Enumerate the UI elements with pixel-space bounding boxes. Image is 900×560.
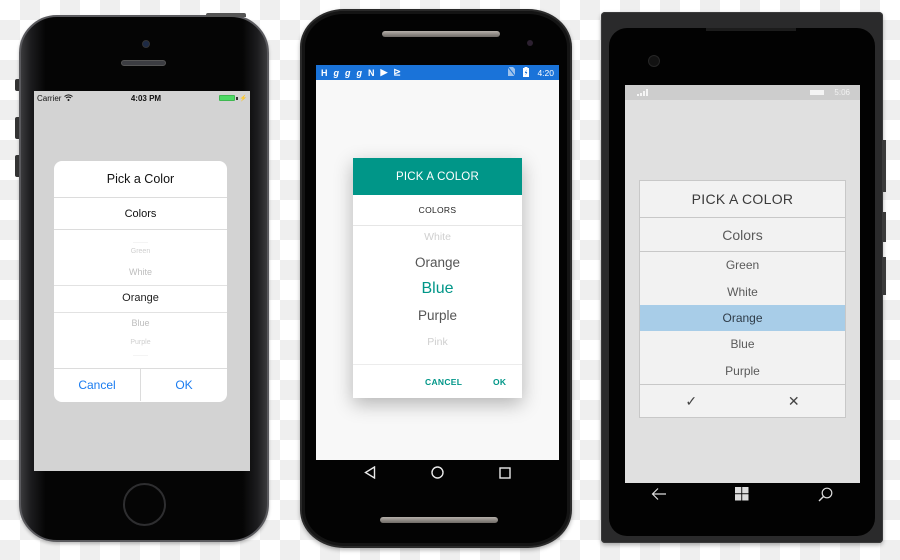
alert-subtitle: Colors (54, 198, 227, 230)
notification-icon: ⊵ (393, 67, 401, 77)
notification-icon: g (345, 67, 351, 78)
list-item[interactable]: White (640, 278, 845, 304)
android-nav-bar (316, 460, 559, 490)
picker-item[interactable]: Pink (353, 336, 522, 348)
picker-item[interactable]: Purple (353, 308, 522, 323)
status-time: 5:06 (834, 88, 850, 97)
mute-switch (15, 79, 19, 91)
close-icon: ✕ (787, 392, 800, 409)
front-camera (648, 55, 660, 67)
notification-icon: N (368, 67, 375, 78)
home-icon[interactable] (431, 466, 444, 484)
android-device: H g g g N ▶ ⊵ 4:20 PICK A COLOR COLORS W… (300, 9, 572, 548)
list-item-selected[interactable]: Orange (640, 304, 845, 332)
picker-item[interactable]: Purple (54, 339, 227, 346)
volume-button (883, 140, 886, 192)
ios-status-bar: Carrier 4:03 PM ⚡ (34, 91, 250, 105)
notification-icon: g (356, 67, 363, 78)
list-item[interactable]: Purple (640, 358, 845, 384)
power-button (883, 212, 886, 242)
list-item[interactable]: Blue (640, 331, 845, 357)
ok-button[interactable]: OK (140, 369, 227, 401)
dismiss-button[interactable]: ✕ (743, 385, 846, 418)
earpiece (706, 28, 796, 31)
checkmark-icon: ✓ (685, 392, 698, 409)
list-item[interactable]: Green (640, 252, 845, 278)
youtube-icon: ▶ (380, 67, 388, 77)
recents-icon[interactable] (499, 466, 511, 484)
picker-item-hidden: ——— (133, 240, 148, 246)
ios-color-picker-alert: Pick a Color Colors ——— Green White Oran… (54, 161, 227, 402)
camera-button (883, 257, 886, 295)
ios-screen: Carrier 4:03 PM ⚡ Pick a Color Colors ——… (34, 91, 250, 471)
picker-item[interactable]: Orange (353, 255, 522, 270)
volume-down-button (15, 155, 19, 177)
notification-icon: H (321, 67, 328, 78)
status-time: 4:03 PM (130, 93, 162, 103)
alert-buttons: Cancel OK (54, 368, 227, 401)
alert-title: Pick a Color (54, 161, 227, 198)
windows-phone-device: 5:06 PICK A COLOR Colors Green White Ora… (601, 12, 886, 543)
windows-status-bar: 5:06 (625, 85, 860, 100)
bottom-speaker (380, 517, 498, 523)
picker-item[interactable]: White (353, 231, 522, 243)
ok-button[interactable]: OK (493, 365, 506, 398)
volume-up-button (15, 117, 19, 139)
android-screen: H g g g N ▶ ⊵ 4:20 PICK A COLOR COLORS W… (316, 65, 559, 460)
picker-item-selected[interactable]: Orange (54, 292, 227, 304)
signal-icon (637, 89, 648, 96)
windows-color-picker-dialog: PICK A COLOR Colors Green White Orange B… (639, 180, 846, 418)
color-list: Green White Orange Blue Purple (640, 252, 845, 384)
cancel-button[interactable]: Cancel (54, 369, 140, 401)
front-camera (142, 40, 150, 48)
color-picker-wheel[interactable]: ——— Green White Orange Blue Purple ——— (54, 230, 227, 368)
back-arrow-icon[interactable] (651, 487, 667, 506)
dialog-actions: ✓ ✕ (640, 383, 846, 418)
battery-icon (810, 90, 825, 95)
search-icon[interactable] (818, 487, 833, 507)
picker-item[interactable]: Green (54, 248, 227, 255)
dialog-subtitle: COLORS (353, 195, 522, 226)
windows-start-icon[interactable] (735, 487, 749, 506)
picker-item-hidden: ——— (133, 353, 148, 359)
earpiece-speaker (121, 60, 166, 66)
windows-screen: 5:06 PICK A COLOR Colors Green White Ora… (625, 85, 860, 483)
front-sensor (527, 40, 533, 46)
back-icon[interactable] (364, 465, 376, 484)
windows-nav-bar (625, 483, 860, 508)
picker-item[interactable]: White (54, 267, 227, 277)
no-sim-icon (508, 66, 516, 78)
color-number-picker[interactable]: White Orange Blue Purple Pink (353, 226, 522, 365)
accept-button[interactable]: ✓ (640, 385, 743, 418)
picker-item-selected[interactable]: Blue (353, 280, 522, 298)
android-color-picker-dialog: PICK A COLOR COLORS White Orange Blue Pu… (353, 158, 522, 398)
dialog-actions: CANCEL OK (353, 365, 522, 398)
cancel-button[interactable]: CANCEL (425, 365, 462, 398)
carrier-label: Carrier (37, 93, 62, 103)
dialog-title: PICK A COLOR (640, 181, 845, 218)
android-status-bar: H g g g N ▶ ⊵ 4:20 (316, 65, 559, 80)
wifi-icon (64, 93, 74, 103)
battery-icon (523, 66, 530, 79)
home-button[interactable] (123, 483, 166, 526)
notification-icon: g (333, 67, 340, 78)
dialog-title: PICK A COLOR (353, 158, 522, 195)
power-button (206, 13, 246, 17)
status-time: 4:20 (537, 67, 554, 78)
top-speaker (382, 31, 500, 37)
battery-icon: ⚡ (218, 95, 247, 102)
iphone-device: Carrier 4:03 PM ⚡ Pick a Color Colors ——… (15, 13, 269, 542)
notification-icons: H g g g N ▶ ⊵ (321, 67, 401, 78)
picker-item[interactable]: Blue (54, 318, 227, 328)
dialog-subtitle: Colors (640, 218, 845, 252)
